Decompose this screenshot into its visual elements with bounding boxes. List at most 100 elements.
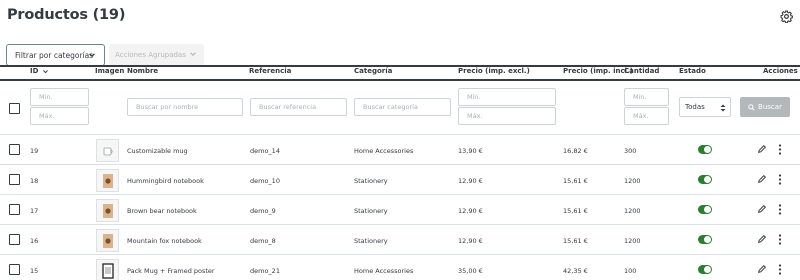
product-price-incl: 16,82 € bbox=[563, 147, 588, 155]
chevron-down-icon bbox=[89, 53, 95, 58]
product-price-incl: 15,61 € bbox=[563, 237, 588, 245]
sort-icon[interactable] bbox=[42, 68, 49, 75]
product-quantity: 100 bbox=[624, 267, 637, 275]
pencil-icon[interactable] bbox=[757, 234, 767, 244]
status-filter-select[interactable]: Todas bbox=[679, 97, 731, 117]
status-filter-value: Todas bbox=[685, 103, 705, 111]
column-header-id[interactable]: ID bbox=[30, 67, 38, 75]
filter-by-category-button[interactable]: Filtrar por categorías bbox=[6, 44, 105, 66]
poster-thumbnail[interactable] bbox=[96, 259, 119, 280]
column-header-price-incl[interactable]: Precio (imp. incl.) bbox=[563, 67, 633, 75]
reference-search-input[interactable]: Buscar referencia bbox=[250, 98, 347, 116]
column-header-reference[interactable]: Referencia bbox=[249, 67, 291, 75]
gear-icon[interactable] bbox=[780, 10, 793, 23]
pencil-icon[interactable] bbox=[757, 174, 767, 184]
product-reference: demo_10 bbox=[250, 177, 280, 185]
kebab-icon[interactable] bbox=[778, 174, 782, 185]
quantity-min-input[interactable]: Mín. bbox=[624, 88, 669, 106]
status-toggle[interactable] bbox=[698, 205, 712, 214]
notebook-thumbnail[interactable] bbox=[96, 229, 119, 252]
product-price-excl: 12,90 € bbox=[458, 207, 483, 215]
product-id: 19 bbox=[30, 147, 39, 155]
product-price-excl: 13,90 € bbox=[458, 147, 483, 155]
row-checkbox[interactable] bbox=[9, 264, 20, 275]
product-id: 16 bbox=[30, 237, 39, 245]
page-title: Productos (19) bbox=[7, 7, 126, 23]
status-toggle[interactable] bbox=[698, 235, 712, 244]
filter-by-category-label: Filtrar por categorías bbox=[15, 50, 94, 60]
row-checkbox[interactable] bbox=[9, 234, 20, 245]
product-reference: demo_9 bbox=[250, 207, 276, 215]
product-price-excl: 12,90 € bbox=[458, 237, 483, 245]
price-max-input[interactable]: Máx. bbox=[458, 107, 556, 125]
id-min-input[interactable]: Min. bbox=[30, 88, 89, 106]
column-header-category[interactable]: Categoría bbox=[354, 67, 392, 75]
header-bottom-border bbox=[0, 79, 800, 81]
product-reference: demo_14 bbox=[250, 147, 280, 155]
row-checkbox[interactable] bbox=[9, 174, 20, 185]
column-header-quantity[interactable]: Cantidad bbox=[624, 67, 659, 75]
product-price-incl: 15,61 € bbox=[563, 207, 588, 215]
product-reference: demo_8 bbox=[250, 237, 276, 245]
product-quantity: 1200 bbox=[624, 207, 641, 215]
select-arrows-icon bbox=[720, 104, 726, 112]
column-header-image: Imagen bbox=[95, 67, 125, 75]
product-category: Home Accessories bbox=[354, 147, 414, 155]
name-search-input[interactable]: Buscar por nombre bbox=[127, 98, 243, 116]
column-header-name[interactable]: Nombre bbox=[127, 67, 158, 75]
table-row[interactable]: 15 Pack Mug + Framed poster demo_21 Home Ac… bbox=[0, 255, 800, 280]
product-quantity: 1200 bbox=[624, 237, 641, 245]
status-toggle[interactable] bbox=[698, 175, 712, 184]
product-price-excl: 35,00 € bbox=[458, 267, 483, 275]
bulk-actions-label: Acciones Agrupadas bbox=[115, 51, 186, 59]
product-quantity: 1200 bbox=[624, 177, 641, 185]
search-button-label: Buscar bbox=[758, 103, 782, 111]
product-price-incl: 15,61 € bbox=[563, 177, 588, 185]
kebab-icon[interactable] bbox=[778, 234, 782, 245]
row-checkbox[interactable] bbox=[9, 144, 20, 155]
product-category: Stationery bbox=[354, 237, 388, 245]
category-search-input[interactable]: Buscar categoría bbox=[354, 98, 451, 116]
pencil-icon[interactable] bbox=[757, 264, 767, 274]
product-category: Stationery bbox=[354, 207, 388, 215]
product-name[interactable]: Brown bear notebook bbox=[127, 207, 197, 215]
product-name[interactable]: Hummingbird notebook bbox=[127, 177, 204, 185]
notebook-thumbnail[interactable] bbox=[96, 199, 119, 222]
column-header-price-excl[interactable]: Precio (imp. excl.) bbox=[458, 67, 530, 75]
product-reference: demo_21 bbox=[250, 267, 280, 275]
product-name[interactable]: Pack Mug + Framed poster bbox=[127, 267, 215, 275]
price-min-input[interactable]: Mín. bbox=[458, 88, 556, 106]
product-price-excl: 12,90 € bbox=[458, 177, 483, 185]
pencil-icon[interactable] bbox=[757, 204, 767, 214]
product-category: Stationery bbox=[354, 177, 388, 185]
notebook-thumbnail[interactable] bbox=[96, 169, 119, 192]
product-quantity: 300 bbox=[624, 147, 637, 155]
table-row[interactable]: 17 Brown bear notebook demo_9 Stationery 12,… bbox=[0, 195, 800, 225]
kebab-icon[interactable] bbox=[778, 204, 782, 215]
column-header-actions: Acciones bbox=[763, 67, 798, 75]
product-name[interactable]: Mountain fox notebook bbox=[127, 237, 202, 245]
bulk-actions-button[interactable]: Acciones Agrupadas bbox=[109, 44, 204, 66]
select-all-checkbox[interactable] bbox=[9, 103, 20, 114]
mug-thumbnail[interactable] bbox=[96, 139, 119, 162]
search-icon bbox=[748, 103, 755, 111]
product-id: 17 bbox=[30, 207, 39, 215]
status-toggle[interactable] bbox=[698, 145, 712, 154]
table-row[interactable]: 16 Mountain fox notebook demo_8 Stationery 1… bbox=[0, 225, 800, 255]
column-header-status[interactable]: Estado bbox=[679, 67, 706, 75]
search-button[interactable]: Buscar bbox=[740, 97, 790, 117]
row-checkbox[interactable] bbox=[9, 204, 20, 215]
id-max-input[interactable]: Máx. bbox=[30, 107, 89, 125]
kebab-icon[interactable] bbox=[778, 264, 782, 275]
product-id: 18 bbox=[30, 177, 39, 185]
quantity-max-input[interactable]: Máx. bbox=[624, 107, 669, 125]
product-id: 15 bbox=[30, 267, 39, 275]
product-category: Home Accessories bbox=[354, 267, 414, 275]
status-toggle[interactable] bbox=[698, 265, 712, 274]
product-price-incl: 42,35 € bbox=[563, 267, 588, 275]
pencil-icon[interactable] bbox=[757, 144, 767, 154]
product-name[interactable]: Customizable mug bbox=[127, 147, 188, 155]
table-row[interactable]: 18 Hummingbird notebook demo_10 Stationery 1… bbox=[0, 165, 800, 195]
kebab-icon[interactable] bbox=[778, 144, 782, 155]
table-row[interactable]: 19 Customizable mug demo_14 Home Accessorie… bbox=[0, 135, 800, 165]
